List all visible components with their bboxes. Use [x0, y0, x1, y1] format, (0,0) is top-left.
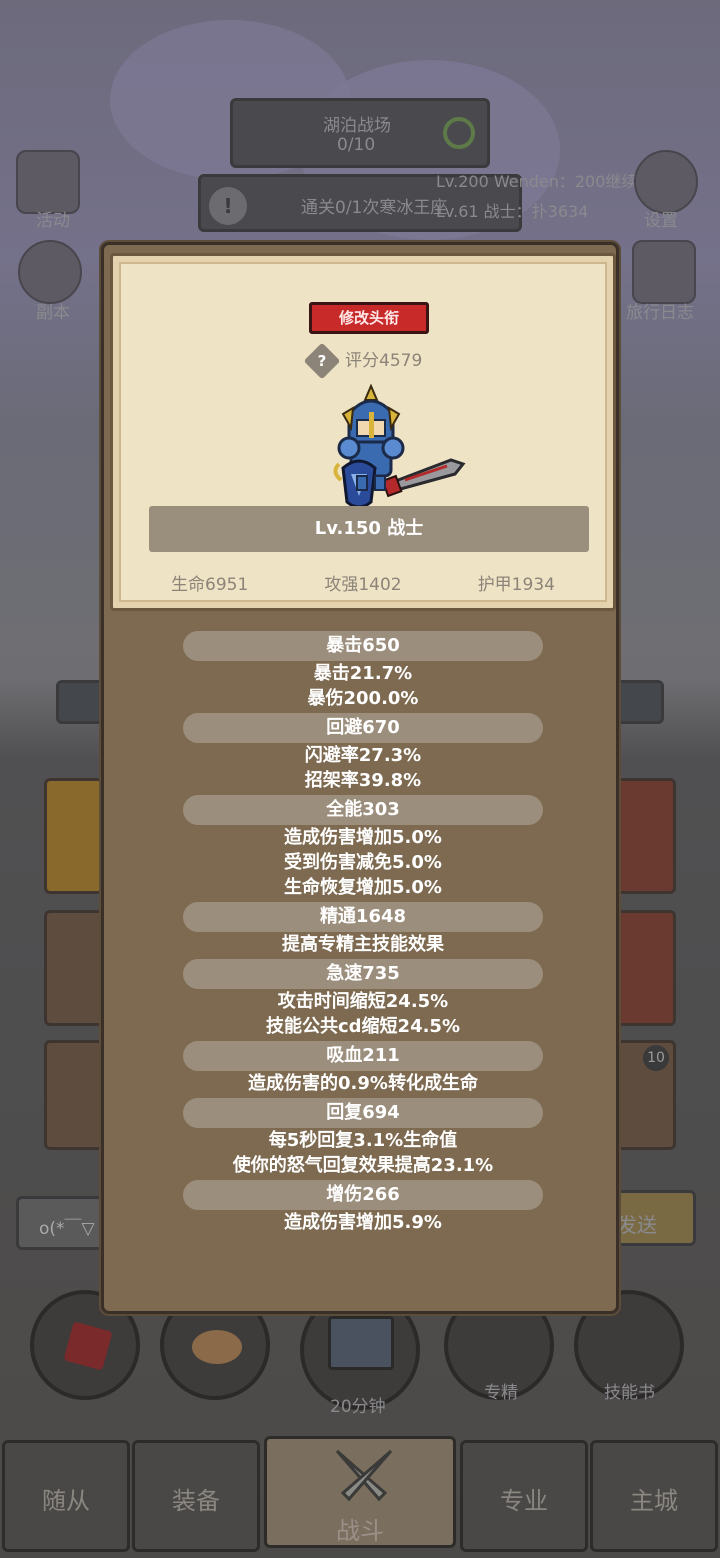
- skill-card[interactable]: [616, 910, 676, 1026]
- stage-progress: 0/10: [337, 135, 376, 155]
- hp-stat: 生命6951: [171, 575, 249, 595]
- stat-header-mastery: 精通1648: [183, 902, 543, 932]
- crossed-swords-icon: [329, 1443, 399, 1513]
- skillbook-label: 技能书: [604, 1383, 655, 1403]
- activity-icon[interactable]: [16, 150, 80, 214]
- stat-detail: 使你的怒气回复效果提高23.1%: [232, 1155, 494, 1176]
- profile-card: 修改头衔 ? 评分4579 Lv.150 战士 生命6951 攻强1402 护甲…: [110, 253, 616, 611]
- refresh-icon[interactable]: [443, 117, 475, 149]
- chat-line: Lv.61 战士：扑3634: [436, 202, 589, 221]
- stat-detail: 暴伤200.0%: [307, 688, 419, 709]
- settings-label: 设置: [644, 211, 678, 231]
- stat-detail: 提高专精主技能效果: [282, 934, 444, 955]
- stat-detail: 生命恢复增加5.0%: [284, 877, 442, 898]
- send-label: 发送: [617, 1213, 657, 1237]
- stat-header-versatility: 全能303: [183, 795, 543, 825]
- specialization-label: 专精: [484, 1383, 518, 1403]
- secondary-stats-list: 暴击650 暴击21.7% 暴伤200.0% 回避670 闪避率27.3% 招架…: [104, 629, 622, 1235]
- stage-name: 湖泊战场: [323, 116, 391, 136]
- stat-header-damage-bonus: 增伤266: [183, 1180, 543, 1210]
- skill-card[interactable]: [44, 1040, 104, 1150]
- edit-title-button[interactable]: 修改头衔: [309, 302, 429, 334]
- tab-battle[interactable]: 战斗: [264, 1436, 456, 1548]
- potion-icon: [63, 1321, 113, 1371]
- stat-header-crit: 暴击650: [183, 631, 543, 661]
- dungeon-label: 副本: [36, 303, 70, 323]
- stat-detail: 技能公共cd缩短24.5%: [265, 1016, 460, 1037]
- count-badge: 10: [643, 1045, 669, 1071]
- character-stats-popup: 修改头衔 ? 评分4579 Lv.150 战士 生命6951 攻强1402 护甲…: [101, 242, 619, 1314]
- stat-detail: 暴击21.7%: [313, 663, 413, 684]
- stat-detail: 招架率39.8%: [304, 770, 422, 791]
- stat-detail: 造成伤害增加5.9%: [284, 1212, 442, 1233]
- stat-header-leech: 吸血211: [183, 1041, 543, 1071]
- warrior-avatar: [323, 383, 473, 516]
- skill-card[interactable]: [44, 910, 104, 1026]
- dungeon-icon[interactable]: [18, 240, 82, 304]
- tab-label: 随从: [42, 1487, 90, 1515]
- armor-stat: 护甲1934: [477, 575, 555, 595]
- stat-header-avoidance: 回避670: [183, 713, 543, 743]
- stat-detail: 造成伤害的0.9%转化成生命: [248, 1073, 478, 1094]
- travel-log-icon[interactable]: [632, 240, 696, 304]
- stat-detail: 造成伤害增加5.0%: [284, 827, 442, 848]
- attack-stat: 攻强1402: [324, 575, 402, 595]
- chat-input-text: o(*￣▽: [39, 1219, 95, 1239]
- tab-label: 主城: [630, 1487, 678, 1515]
- gear-icon[interactable]: [634, 150, 698, 214]
- skill-card[interactable]: 10: [616, 1040, 676, 1150]
- stat-detail: 每5秒回复3.1%生命值: [268, 1130, 458, 1151]
- timer-label: 20分钟: [330, 1397, 386, 1417]
- stat-detail: 攻击时间缩短24.5%: [277, 991, 449, 1012]
- stage-panel[interactable]: 湖泊战场 0/10: [230, 98, 490, 168]
- travel-log-label: 旅行日志: [626, 303, 694, 323]
- stat-header-haste: 急速735: [183, 959, 543, 989]
- core-stats: 生命6951 攻强1402 护甲1934: [133, 570, 593, 595]
- tab-followers[interactable]: 随从: [2, 1440, 130, 1552]
- activity-label: 活动: [36, 211, 70, 231]
- chest-icon: [328, 1316, 394, 1370]
- stat-header-regen: 回复694: [183, 1098, 543, 1128]
- tab-label: 战斗: [336, 1517, 384, 1545]
- skill-card[interactable]: [44, 778, 104, 894]
- bread-icon: [192, 1330, 242, 1364]
- quest-text: 通关0/1次寒冰王座: [301, 198, 448, 218]
- tab-profession[interactable]: 专业: [460, 1440, 588, 1552]
- stat-detail: 闪避率27.3%: [304, 745, 422, 766]
- tab-label: 专业: [500, 1487, 548, 1515]
- score-label: 评分4579: [345, 351, 423, 371]
- tab-main-city[interactable]: 主城: [590, 1440, 718, 1552]
- help-icon[interactable]: ?: [303, 342, 341, 380]
- skill-card[interactable]: [616, 778, 676, 894]
- alert-icon: !: [209, 187, 247, 225]
- tab-equipment[interactable]: 装备: [132, 1440, 260, 1552]
- level-class-bar: Lv.150 战士: [149, 506, 589, 552]
- stat-detail: 受到伤害减免5.0%: [284, 852, 442, 873]
- tab-label: 装备: [172, 1487, 220, 1515]
